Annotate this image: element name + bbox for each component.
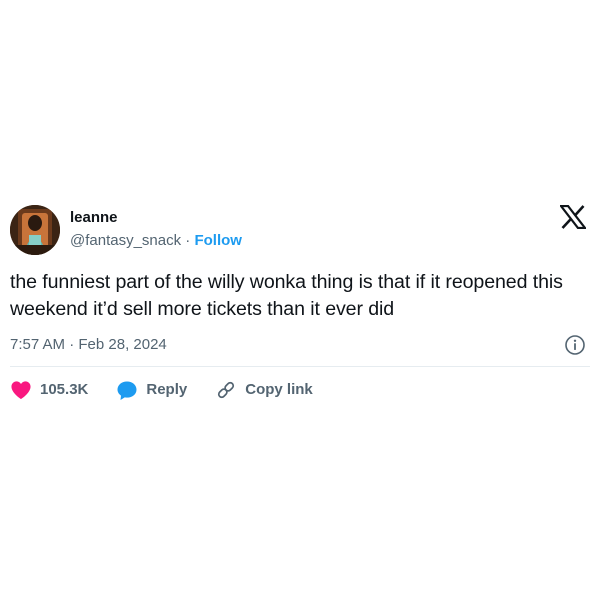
reply-label: Reply: [146, 381, 188, 398]
info-icon[interactable]: [564, 334, 586, 356]
tweet-header: leanne @fantasy_snack · Follow: [10, 201, 590, 259]
x-logo-icon[interactable]: [558, 204, 588, 230]
avatar-photo: [10, 205, 60, 255]
timestamp[interactable]: 7:57 AM · Feb 28, 2024: [10, 335, 167, 355]
speech-bubble-icon: [116, 380, 138, 401]
like-count: 105.3K: [40, 381, 89, 398]
copy-link-button[interactable]: Copy link: [215, 379, 313, 401]
action-bar: 105.3K Reply Copy link: [10, 377, 341, 403]
tweet-text: the funniest part of the willy wonka thi…: [10, 271, 563, 320]
link-icon: [215, 379, 237, 401]
copy-link-label: Copy link: [245, 381, 313, 398]
heart-icon: [10, 380, 32, 400]
tweet-card: leanne @fantasy_snack · Follow the funni…: [0, 0, 600, 600]
divider: [10, 366, 590, 367]
avatar[interactable]: [10, 205, 60, 255]
display-name[interactable]: leanne: [70, 208, 242, 228]
user-handle[interactable]: @fantasy_snack: [70, 232, 181, 249]
follow-button[interactable]: Follow: [194, 232, 242, 249]
reply-button[interactable]: Reply: [116, 380, 187, 401]
author-names: leanne @fantasy_snack · Follow: [70, 208, 242, 251]
tweet-meta: 7:57 AM · Feb 28, 2024: [10, 333, 586, 357]
handle-row: @fantasy_snack · Follow: [70, 231, 242, 251]
handle-separator: ·: [185, 232, 191, 249]
like-button[interactable]: 105.3K: [10, 380, 88, 400]
